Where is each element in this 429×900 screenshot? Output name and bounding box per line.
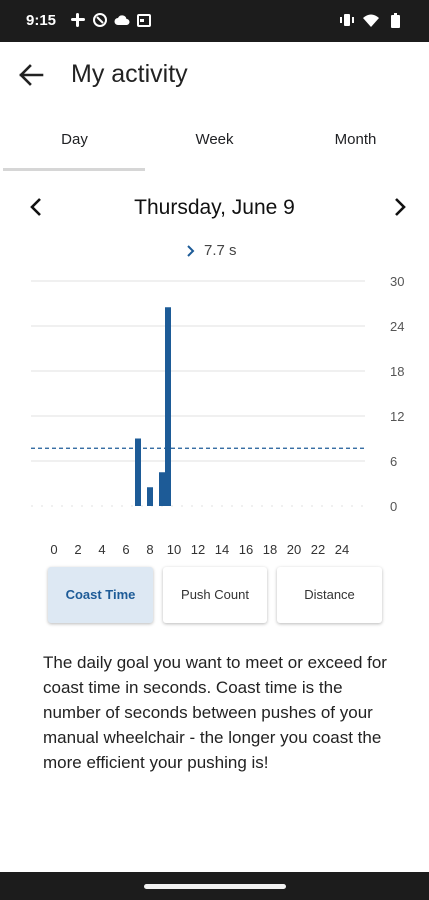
chevron-right-small-icon: [187, 244, 195, 257]
wifi-icon: [363, 12, 379, 28]
notification-icons: [70, 12, 152, 28]
y-tick-label: 18: [390, 364, 404, 379]
chevron-left-icon: [30, 198, 41, 216]
arrow-left-icon: [19, 64, 44, 86]
home-gesture-handle[interactable]: [144, 884, 286, 889]
x-tick-label: 4: [98, 542, 105, 557]
period-tabs: Day Week Month: [0, 112, 429, 174]
chart-bar: [159, 472, 165, 506]
page-title: My activity: [71, 60, 188, 88]
calendar-icon: [136, 12, 152, 28]
previous-day-button[interactable]: [21, 192, 51, 222]
sync-icon: [92, 12, 108, 28]
x-tick-label: 18: [263, 542, 277, 557]
x-tick-label: 14: [215, 542, 229, 557]
cloud-icon: [114, 12, 130, 28]
coast-time-button[interactable]: Coast Time: [48, 567, 153, 623]
tab-week[interactable]: Week: [143, 112, 286, 168]
x-tick-label: 10: [167, 542, 181, 557]
date-label: Thursday, June 9: [134, 196, 295, 219]
x-tick-label: 20: [287, 542, 301, 557]
coast-time-chart: 30241812600 2 4 6 8 10 12 14 16 18 20 22 24: [31, 274, 404, 557]
y-tick-label: 6: [390, 454, 397, 469]
battery-icon: [387, 12, 403, 28]
y-tick-label: 12: [390, 409, 404, 424]
chart-bar: [135, 438, 141, 506]
slack-icon: [70, 12, 86, 28]
x-tick-label: 22: [311, 542, 325, 557]
status-time: 9:15: [26, 12, 57, 29]
x-tick-label: 2: [74, 542, 81, 557]
selected-value: 7.7 s: [186, 242, 237, 259]
app-bar: My activity: [0, 42, 429, 108]
chevron-right-icon: [395, 198, 406, 216]
selected-value-text: 7.7 s: [204, 242, 237, 259]
x-tick-label: 6: [122, 542, 129, 557]
system-icons: [339, 12, 403, 28]
status-bar: 9:15: [0, 0, 429, 42]
back-button[interactable]: [14, 58, 48, 92]
tab-day[interactable]: Day: [3, 112, 146, 168]
tab-month[interactable]: Month: [284, 112, 427, 168]
y-tick-label: 24: [390, 319, 404, 334]
x-tick-label: 12: [191, 542, 205, 557]
chart-bar: [165, 307, 171, 506]
navigation-bar: [0, 872, 429, 900]
vibrate-icon: [339, 12, 355, 28]
chart-bar: [147, 487, 153, 506]
next-day-button[interactable]: [385, 192, 415, 222]
metric-description: The daily goal you want to meet or excee…: [43, 653, 387, 772]
distance-button[interactable]: Distance: [277, 567, 382, 623]
x-tick-label: 16: [239, 542, 253, 557]
x-tick-label: 24: [335, 542, 349, 557]
x-tick-label: 0: [50, 542, 57, 557]
y-tick-label: 0: [390, 499, 397, 514]
push-count-button[interactable]: Push Count: [163, 567, 267, 623]
x-tick-label: 8: [146, 542, 153, 557]
date-navigator: Thursday, June 9: [0, 186, 429, 230]
y-tick-label: 30: [390, 274, 404, 289]
tab-indicator: [3, 168, 145, 171]
